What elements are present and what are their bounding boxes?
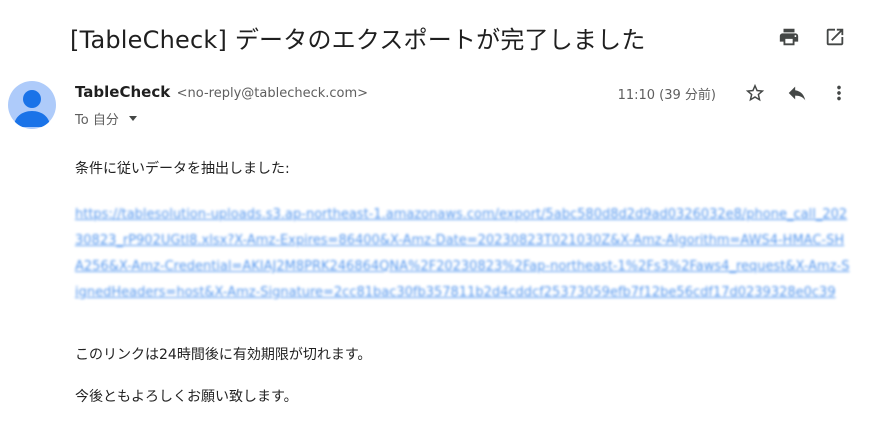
avatar[interactable] <box>8 81 56 129</box>
sender-email: <no-reply@tablecheck.com> <box>176 86 369 101</box>
recipient-toggle[interactable]: To 自分 <box>75 109 137 128</box>
email-subject: [TableCheck] データのエクスポートが完了しました <box>70 26 646 54</box>
print-icon[interactable] <box>778 26 800 48</box>
more-vert-icon[interactable] <box>828 82 850 104</box>
sender-name[interactable]: TableCheck <box>75 83 170 101</box>
subject-toolbar <box>778 26 846 48</box>
body-text-expiry: このリンクは24時間後に有効期限が切れます。 <box>75 347 372 363</box>
chevron-down-icon[interactable] <box>128 116 137 121</box>
body-text-extracted: 条件に従いデータを抽出しました: <box>75 161 290 177</box>
avatar-icon <box>14 90 50 127</box>
recipient-label: To 自分 <box>75 113 119 128</box>
sender-info: TableCheck <no-reply@tablecheck.com> <box>75 83 368 101</box>
body-text-closing: 今後ともよろしくお願い致します。 <box>75 389 298 405</box>
star-icon[interactable] <box>744 82 766 104</box>
reply-icon[interactable] <box>786 82 808 104</box>
message-time: 11:10 (39 分前) <box>617 87 716 103</box>
export-download-link[interactable]: https://tablesolution-uploads.s3.ap-nort… <box>75 202 850 306</box>
message-actions: 11:10 (39 分前) <box>618 82 850 104</box>
open-in-new-icon[interactable] <box>824 26 846 48</box>
